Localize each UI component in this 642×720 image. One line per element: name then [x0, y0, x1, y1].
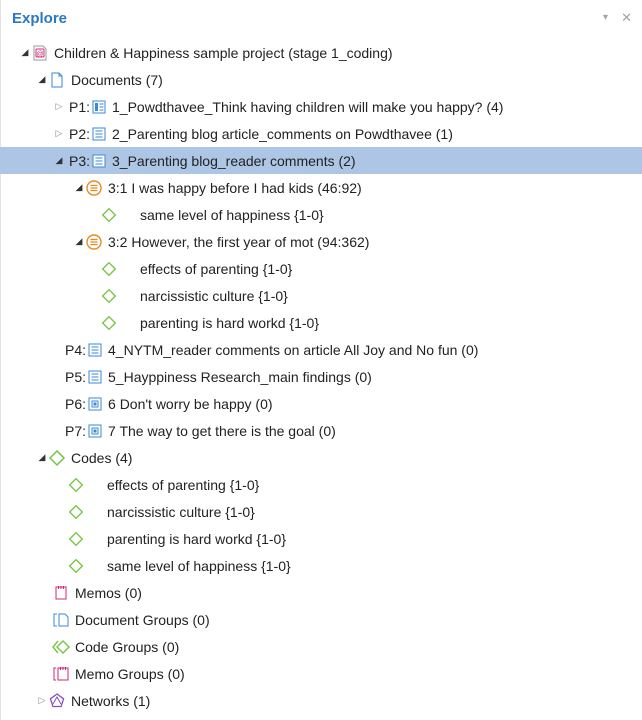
tree-node-code[interactable]: narcissistic culture {1-0}: [0, 498, 642, 525]
expand-toggle[interactable]: ◢: [73, 182, 85, 193]
code-group-icon: [52, 638, 70, 656]
quotation-icon: [85, 233, 103, 251]
code-icon: [67, 503, 85, 521]
svg-text:@: @: [36, 51, 43, 58]
tree-node-label: narcissistic culture {1-0}: [140, 287, 288, 304]
code-icon: [100, 260, 118, 278]
tree-node-code[interactable]: effects of parenting {1-0}: [0, 471, 642, 498]
text-document-icon: [90, 125, 108, 143]
tree-node-document-selected[interactable]: ◢ P3: 3_Parenting blog_reader comments (…: [0, 147, 642, 174]
tree-node-label: Codes (4): [71, 449, 133, 466]
tree-node-documents[interactable]: ◢ Documents (7): [0, 66, 642, 93]
tree-node-code[interactable]: same level of happiness {1-0}: [0, 201, 642, 228]
code-icon: [67, 530, 85, 548]
tree-node-label: 7 The way to get there is the goal (0): [108, 422, 336, 439]
tree-node-label: Memo Groups (0): [75, 665, 185, 682]
tree-node-code[interactable]: parenting is hard workd {1-0}: [0, 525, 642, 552]
tree-node-label: Networks (1): [71, 692, 151, 709]
tree-node-label: Children & Happiness sample project (sta…: [54, 44, 393, 61]
explore-tree: ◢ @ Children & Happiness sample project …: [0, 39, 642, 714]
tree-node-label: 3:1 I was happy before I had kids (46:92…: [108, 179, 362, 196]
document-prefix: P4:: [65, 341, 87, 358]
explore-panel: Explore ▾ ✕ ◢ @ Children & Happiness sam…: [0, 0, 642, 720]
tree-node-document[interactable]: ▷ P2: 2_Parenting blog article_comments …: [0, 120, 642, 147]
tree-node-memos[interactable]: Memos (0): [0, 579, 642, 606]
document-prefix: P7:: [65, 422, 87, 439]
tree-node-document[interactable]: P6: 6 Don't worry be happy (0): [0, 390, 642, 417]
tree-node-code[interactable]: same level of happiness {1-0}: [0, 552, 642, 579]
tree-node-label: effects of parenting {1-0}: [140, 260, 293, 277]
panel-menu-button[interactable]: ▾: [603, 12, 608, 23]
panel-header: Explore ▾ ✕: [12, 10, 634, 34]
tree-node-label: 5_Hayppiness Research_main findings (0): [108, 368, 372, 385]
tree-node-code-groups[interactable]: Code Groups (0): [0, 633, 642, 660]
tree-node-code[interactable]: parenting is hard workd {1-0}: [0, 309, 642, 336]
tree-node-networks[interactable]: ▷ Networks (1): [0, 687, 642, 714]
document-prefix: P1:: [69, 98, 91, 115]
image-document-icon: [86, 422, 104, 440]
tree-node-label: 4_NYTM_reader comments on article All Jo…: [108, 341, 479, 358]
tree-node-codes[interactable]: ◢ Codes (4): [0, 444, 642, 471]
tree-node-quotation[interactable]: ◢ 3:2 However, the first year of mot (94…: [0, 228, 642, 255]
expand-toggle[interactable]: ◢: [36, 74, 48, 85]
quotation-icon: [85, 179, 103, 197]
tree-node-code[interactable]: narcissistic culture {1-0}: [0, 282, 642, 309]
document-prefix: P3:: [69, 152, 91, 169]
expand-toggle[interactable]: ◢: [36, 452, 48, 463]
text-document-icon: [86, 341, 104, 359]
tree-node-label: Documents (7): [71, 71, 163, 88]
text-document-icon: [86, 368, 104, 386]
tree-node-label: 2_Parenting blog article_comments on Pow…: [112, 125, 453, 142]
tree-node-document[interactable]: P5: 5_Hayppiness Research_main findings …: [0, 363, 642, 390]
panel-title: Explore: [12, 10, 68, 27]
code-icon: [100, 314, 118, 332]
pdf-document-icon: [90, 98, 108, 116]
tree-node-document[interactable]: P7: 7 The way to get there is the goal (…: [0, 417, 642, 444]
tree-node-label: 3_Parenting blog_reader comments (2): [112, 152, 356, 169]
tree-node-label: same level of happiness {1-0}: [107, 557, 291, 574]
code-icon: [67, 557, 85, 575]
tree-node-document[interactable]: P4: 4_NYTM_reader comments on article Al…: [0, 336, 642, 363]
tree-node-label: Document Groups (0): [75, 611, 210, 628]
close-panel-button[interactable]: ✕: [621, 10, 632, 26]
expand-toggle[interactable]: ▷: [53, 101, 65, 112]
tree-node-memo-groups[interactable]: Memo Groups (0): [0, 660, 642, 687]
tree-node-label: 3:2 However, the first year of mot (94:3…: [108, 233, 370, 250]
tree-node-label: 1_Powdthavee_Think having children will …: [112, 98, 504, 115]
document-prefix: P5:: [65, 368, 87, 385]
expand-toggle[interactable]: ◢: [73, 236, 85, 247]
documents-folder-icon: [48, 71, 66, 89]
code-icon: [48, 449, 66, 467]
document-prefix: P6:: [65, 395, 87, 412]
expand-toggle[interactable]: ▷: [36, 695, 48, 706]
tree-node-label: parenting is hard workd {1-0}: [140, 314, 319, 331]
tree-node-document[interactable]: ▷ P1: 1_Powdthavee_Think having children…: [0, 93, 642, 120]
tree-node-label: effects of parenting {1-0}: [107, 476, 260, 493]
document-group-icon: [52, 611, 70, 629]
tree-node-code[interactable]: effects of parenting {1-0}: [0, 255, 642, 282]
text-document-icon: [90, 152, 108, 170]
memo-icon: [52, 584, 70, 602]
tree-node-label: narcissistic culture {1-0}: [107, 503, 255, 520]
tree-node-label: parenting is hard workd {1-0}: [107, 530, 286, 547]
code-icon: [100, 287, 118, 305]
tree-node-project[interactable]: ◢ @ Children & Happiness sample project …: [0, 39, 642, 66]
expand-toggle[interactable]: ◢: [19, 47, 31, 58]
network-icon: [48, 692, 66, 710]
document-prefix: P2:: [69, 125, 91, 142]
project-icon: @: [31, 44, 49, 62]
tree-node-label: same level of happiness {1-0}: [140, 206, 324, 223]
image-document-icon: [86, 395, 104, 413]
memo-group-icon: [52, 665, 70, 683]
code-icon: [67, 476, 85, 494]
tree-node-label: 6 Don't worry be happy (0): [108, 395, 273, 412]
code-icon: [100, 206, 118, 224]
tree-node-quotation[interactable]: ◢ 3:1 I was happy before I had kids (46:…: [0, 174, 642, 201]
tree-node-document-groups[interactable]: Document Groups (0): [0, 606, 642, 633]
tree-node-label: Memos (0): [75, 584, 142, 601]
expand-toggle[interactable]: ◢: [53, 155, 65, 166]
expand-toggle[interactable]: ▷: [53, 128, 65, 139]
tree-node-label: Code Groups (0): [75, 638, 180, 655]
